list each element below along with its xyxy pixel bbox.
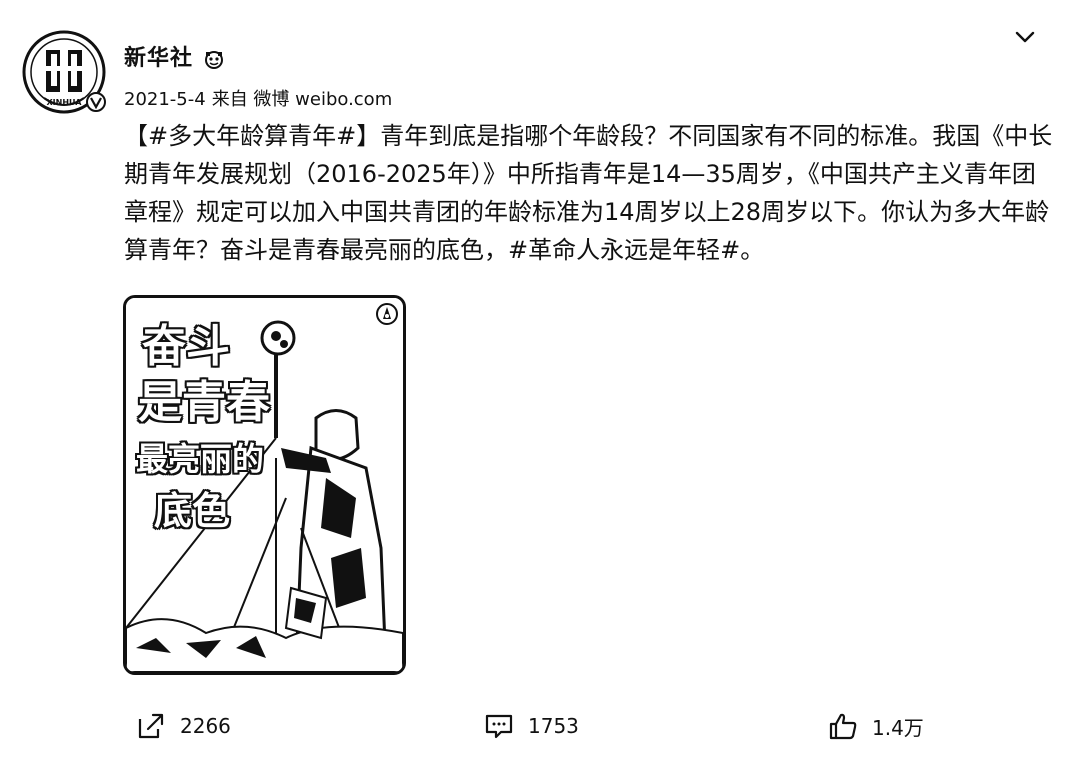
post-image[interactable]: 奋斗 是青春 最亮丽的 底色 — [123, 295, 406, 675]
repost-button[interactable]: 2266 — [136, 706, 231, 746]
post-text: 【#多大年龄算青年#】青年到底是指哪个年龄段？不同国家有不同的标准。我国《中长期… — [124, 122, 1053, 264]
avatar-caption: XINHUA — [47, 98, 83, 107]
verified-badge-icon — [86, 92, 106, 112]
like-count: 1.4万 — [872, 715, 924, 740]
chevron-down-icon[interactable] — [1012, 26, 1038, 48]
poster-text-line: 奋斗 — [142, 321, 230, 372]
thumbs-up-icon — [829, 713, 857, 740]
comment-button[interactable]: 1753 — [484, 706, 579, 746]
post-date[interactable]: 2021-5-4 — [124, 89, 206, 110]
repost-count: 2266 — [180, 714, 231, 738]
action-bar: 2266 1753 1.4万 — [0, 706, 1080, 746]
username[interactable]: 新华社 — [124, 44, 193, 74]
post-meta: 2021-5-4 来自 微博 weibo.com — [124, 87, 398, 113]
league-emblem-icon — [376, 303, 398, 325]
weibo-post: XINHUA 新华社 2021-5-4 来自 微博 weibo.com 【#多大年… — [0, 0, 1080, 757]
poster-text-line: 最亮丽的 — [136, 440, 265, 478]
post-source: 来自 微博 weibo.com — [211, 89, 393, 110]
comment-count: 1753 — [528, 714, 579, 738]
poster-text-line: 底色 — [154, 488, 231, 533]
share-icon — [138, 713, 164, 739]
like-button[interactable]: 1.4万 — [828, 706, 924, 746]
poster-text-line: 是青春 — [138, 377, 270, 428]
comment-icon — [485, 714, 513, 739]
member-badge-icon[interactable] — [203, 50, 225, 70]
